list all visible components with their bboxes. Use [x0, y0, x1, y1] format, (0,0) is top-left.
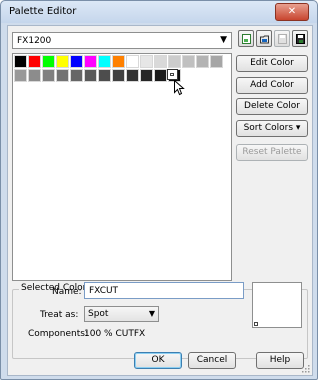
color-swatch[interactable]	[126, 55, 139, 68]
color-swatch[interactable]	[140, 55, 153, 68]
color-swatch[interactable]	[154, 69, 167, 82]
color-swatch[interactable]	[14, 55, 27, 68]
cancel-button[interactable]: Cancel	[188, 352, 236, 369]
name-label: Name:	[52, 287, 82, 297]
sort-colors-button[interactable]: Sort Colors ▾	[236, 120, 308, 137]
resize-grip-icon[interactable]	[302, 365, 310, 373]
color-name-input[interactable]: FXCUT	[84, 282, 244, 299]
reset-palette-button[interactable]: Reset Palette	[236, 144, 308, 161]
color-swatch[interactable]	[56, 69, 69, 82]
spot-color-marker-icon	[254, 322, 258, 326]
color-swatch[interactable]	[168, 55, 181, 68]
color-swatch[interactable]	[42, 69, 55, 82]
color-swatch[interactable]	[84, 55, 97, 68]
components-label: Components:	[28, 329, 88, 339]
treat-as-label: Treat as:	[40, 310, 79, 320]
color-swatch[interactable]	[70, 55, 83, 68]
color-swatch[interactable]	[14, 69, 27, 82]
save-palette-icon	[278, 34, 287, 44]
save-as-palette-button[interactable]	[292, 30, 308, 47]
color-swatch[interactable]	[28, 55, 41, 68]
color-swatch[interactable]	[182, 55, 195, 68]
components-value: 100 % CUTFX	[84, 329, 146, 339]
color-swatch[interactable]	[112, 69, 125, 82]
save-palette-button[interactable]	[274, 30, 290, 47]
color-swatch[interactable]	[112, 55, 125, 68]
color-swatch[interactable]	[98, 55, 111, 68]
title-bar[interactable]: Palette Editor ✕	[1, 1, 317, 23]
edit-color-button[interactable]: Edit Color	[236, 55, 308, 72]
color-swatch[interactable]	[210, 55, 223, 68]
selected-swatch-fxcut[interactable]	[167, 69, 178, 80]
color-swatch[interactable]	[126, 69, 139, 82]
save-as-palette-icon	[296, 34, 305, 44]
color-swatch[interactable]	[84, 69, 97, 82]
color-swatch[interactable]	[28, 69, 41, 82]
palette-swatch-grid[interactable]	[12, 53, 232, 281]
open-palette-button[interactable]	[256, 30, 272, 47]
color-swatch[interactable]	[42, 55, 55, 68]
color-swatch[interactable]	[140, 69, 153, 82]
open-palette-icon	[260, 35, 269, 44]
ok-button[interactable]: OK	[134, 352, 182, 369]
delete-color-button[interactable]: Delete Color	[236, 98, 308, 115]
treat-as-value: Spot	[88, 309, 109, 319]
help-button[interactable]: Help	[256, 352, 304, 369]
color-name-value: FXCUT	[89, 286, 119, 296]
color-swatch[interactable]	[154, 55, 167, 68]
color-swatch[interactable]	[56, 55, 69, 68]
color-preview-box	[252, 282, 302, 328]
mouse-pointer-icon	[174, 80, 185, 96]
treat-as-dropdown[interactable]: Spot ▼	[84, 306, 159, 322]
color-swatch[interactable]	[98, 69, 111, 82]
color-swatch[interactable]	[70, 69, 83, 82]
new-palette-icon	[242, 34, 251, 44]
palette-dropdown-value: FX1200	[17, 36, 52, 46]
window-title: Palette Editor	[9, 6, 77, 17]
dialog-body: FX1200 ▼ Edit Color Add Color Delete Col…	[7, 25, 313, 376]
chevron-down-icon: ▼	[220, 35, 227, 45]
palette-editor-window: Palette Editor ✕ FX1200 ▼ Edit Color Add…	[0, 0, 318, 380]
close-button[interactable]: ✕	[275, 3, 309, 21]
add-color-button[interactable]: Add Color	[236, 77, 308, 94]
new-palette-button[interactable]	[238, 30, 254, 47]
chevron-down-icon: ▼	[148, 309, 155, 318]
palette-dropdown[interactable]: FX1200 ▼	[12, 32, 232, 49]
color-swatch[interactable]	[196, 55, 209, 68]
